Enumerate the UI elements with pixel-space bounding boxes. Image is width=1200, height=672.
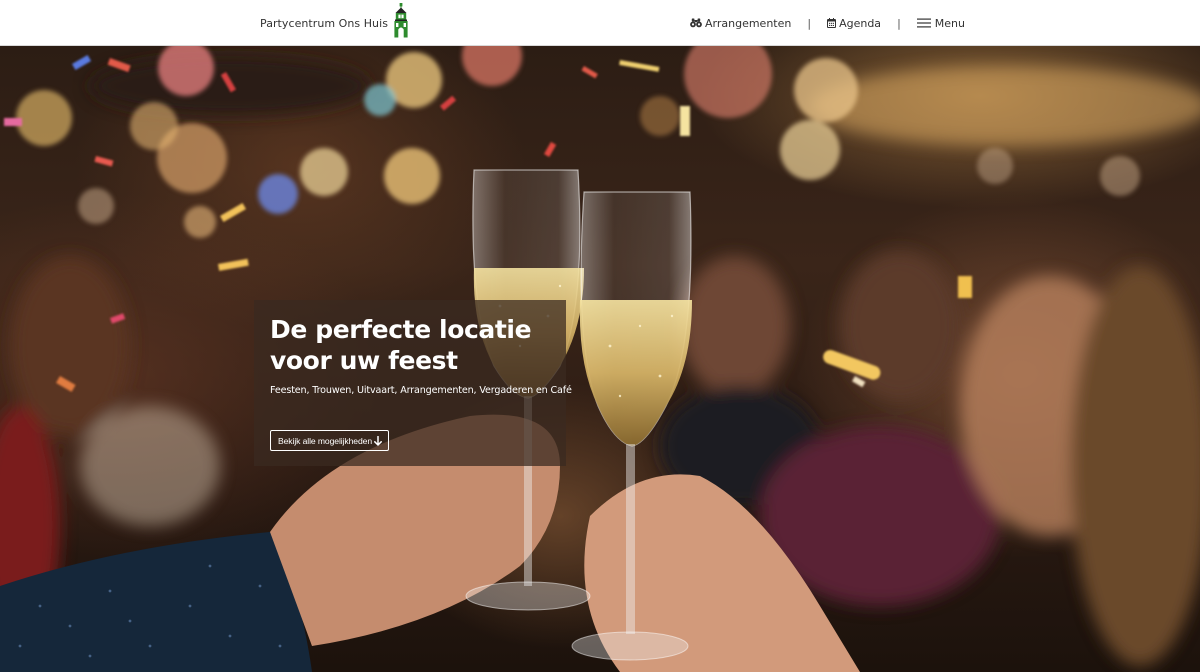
- brand-name: Partycentrum Ons Huis: [260, 16, 388, 30]
- arrow-down-icon: [374, 435, 382, 446]
- binoculars-icon: [690, 18, 702, 28]
- nav-arrangementen-label: Arrangementen: [705, 16, 792, 30]
- view-all-options-label: Bekijk alle mogelijkheden: [278, 435, 372, 446]
- main-nav: Arrangementen | Agenda | Menu: [690, 0, 965, 46]
- view-all-options-button[interactable]: Bekijk alle mogelijkheden: [270, 430, 389, 451]
- hero-section: De perfecte locatie voor uw feest Feeste…: [0, 46, 1200, 672]
- brand-link[interactable]: Partycentrum Ons Huis: [260, 0, 410, 46]
- hero-title-line-1: De perfecte locatie: [270, 315, 532, 344]
- nav-separator: |: [807, 16, 812, 30]
- nav-agenda-label: Agenda: [839, 16, 882, 30]
- nav-menu[interactable]: Menu: [916, 16, 965, 30]
- green-tower-icon: [394, 3, 408, 38]
- calendar-icon: [827, 18, 837, 28]
- nav-agenda[interactable]: Agenda: [827, 17, 881, 30]
- hamburger-icon: [916, 18, 931, 28]
- hero-title-line-2: voor uw feest: [270, 346, 458, 375]
- hero-panel: De perfecte locatie voor uw feest Feeste…: [254, 300, 572, 466]
- champagne-toast-photo: [0, 46, 1200, 672]
- nav-separator: |: [897, 16, 901, 30]
- hero-subtitle: Feesten, Trouwen, Uitvaart, Arrangemente…: [270, 385, 572, 396]
- nav-menu-label: Menu: [934, 16, 965, 30]
- site-header: Partycentrum Ons Huis Arrangementen | Ag…: [0, 0, 1200, 46]
- hero-title: De perfecte locatie voor uw feest: [270, 314, 560, 376]
- nav-arrangementen[interactable]: Arrangementen: [690, 17, 791, 30]
